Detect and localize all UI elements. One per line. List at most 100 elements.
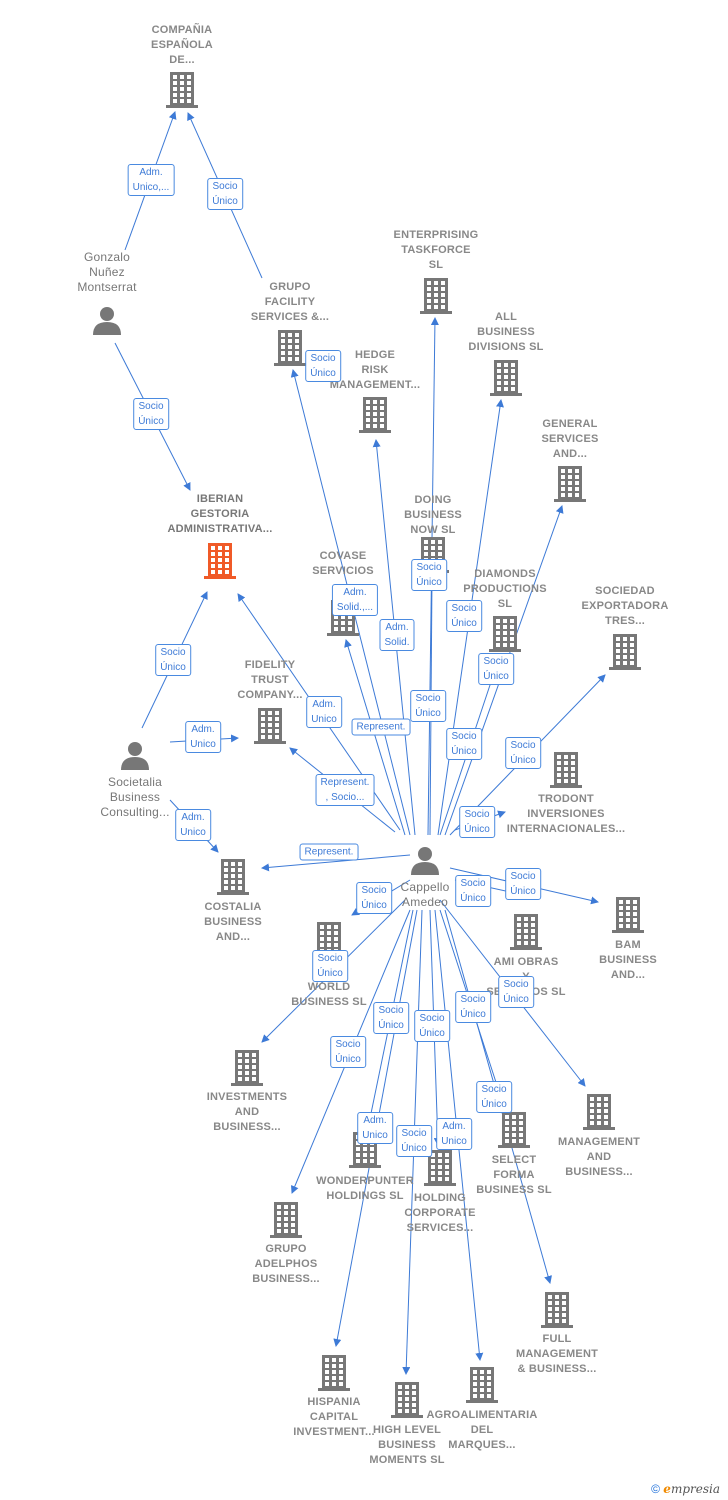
- edge-label[interactable]: Socio Único: [305, 350, 341, 382]
- edge-label[interactable]: Adm. Unico: [175, 809, 211, 841]
- edge-label[interactable]: Represent.: [299, 843, 359, 861]
- edge-label-line: Socio: [460, 878, 486, 889]
- node-label-select[interactable]: SELECT FORMA BUSINESS SL: [449, 1153, 579, 1198]
- edge-label-line: Socio: [510, 871, 536, 882]
- building-icon[interactable]: [498, 1112, 530, 1153]
- label-line: GRUPO: [269, 281, 311, 293]
- building-icon[interactable]: [612, 897, 644, 938]
- building-icon[interactable]: [609, 634, 641, 675]
- building-icon[interactable]: [550, 752, 582, 793]
- copyright-symbol: ©: [651, 1482, 660, 1496]
- edge-label[interactable]: Socio Único: [455, 875, 491, 907]
- edge-label-line: Socio: [335, 1039, 361, 1050]
- node-label-compania[interactable]: COMPAÑIA ESPAÑOLA DE...: [117, 23, 247, 68]
- building-icon[interactable]: [318, 1355, 350, 1396]
- edge-label[interactable]: Represent.: [351, 718, 411, 736]
- edge-label[interactable]: Adm. Unico: [306, 696, 342, 728]
- edge-label[interactable]: Adm. Solid.,...: [331, 584, 379, 616]
- edge-label[interactable]: Socio Único: [446, 600, 482, 632]
- person-icon[interactable]: [120, 740, 150, 775]
- edge-label-line: Represent.: [356, 721, 406, 733]
- building-icon[interactable]: [583, 1094, 615, 1135]
- edge-label[interactable]: Socio Único: [312, 950, 348, 982]
- label-line: Montserrat: [77, 280, 137, 294]
- building-icon[interactable]: [490, 360, 522, 401]
- building-icon[interactable]: [270, 1202, 302, 1243]
- edge-label[interactable]: Socio Único: [446, 728, 482, 760]
- label-line: BAM: [615, 939, 641, 951]
- edge-label[interactable]: Adm. Solid.: [379, 619, 415, 651]
- edge-label-line: Único: [451, 618, 477, 629]
- node-label-iberian[interactable]: IBERIAN GESTORIA ADMINISTRATIVA...: [155, 492, 285, 537]
- person-icon[interactable]: [92, 305, 122, 340]
- node-label-sociedad[interactable]: SOCIEDAD EXPORTADORA TRES...: [560, 584, 690, 629]
- edge-label[interactable]: Represent. , Socio...: [315, 774, 375, 806]
- node-label-costalia[interactable]: COSTALIA BUSINESS AND...: [168, 900, 298, 945]
- building-icon[interactable]: [554, 466, 586, 507]
- node-label-adelphos[interactable]: GRUPO ADELPHOS BUSINESS...: [221, 1242, 351, 1287]
- edge-label[interactable]: Socio Único: [505, 737, 541, 769]
- building-icon[interactable]: [217, 859, 249, 900]
- edge-label-line: Único: [503, 994, 529, 1005]
- edge-label[interactable]: Socio Único: [505, 868, 541, 900]
- edge-label[interactable]: Socio Único: [414, 1010, 450, 1042]
- building-icon[interactable]: [204, 543, 236, 584]
- label-line: GESTORIA: [190, 508, 250, 520]
- edge-label-line: Socio: [310, 353, 336, 364]
- edge-label[interactable]: Socio Único: [411, 559, 447, 591]
- edge-label-line: Socio: [415, 693, 441, 704]
- edge-label[interactable]: Socio Único: [478, 653, 514, 685]
- building-icon[interactable]: [254, 708, 286, 749]
- edge-label[interactable]: Socio Único: [207, 178, 243, 210]
- building-icon[interactable]: [166, 72, 198, 113]
- edge-label[interactable]: Adm. Unico,...: [127, 164, 175, 196]
- label-line: MARQUES...: [448, 1439, 516, 1451]
- node-label-doing[interactable]: DOING BUSINESS NOW SL: [368, 493, 498, 538]
- node-label-full[interactable]: FULL MANAGEMENT & BUSINESS...: [492, 1332, 622, 1377]
- label-line: WONDERPUNTER: [316, 1175, 414, 1187]
- edge-label[interactable]: Adm. Unico: [185, 721, 221, 753]
- building-icon[interactable]: [510, 914, 542, 955]
- person-icon[interactable]: [410, 845, 440, 880]
- node-label-general[interactable]: GENERAL SERVICES AND...: [505, 417, 635, 462]
- label-line: COSTALIA: [204, 901, 262, 913]
- building-icon[interactable]: [359, 397, 391, 438]
- node-label-gonzalo[interactable]: Gonzalo Nuñez Montserrat: [42, 250, 172, 295]
- node-label-agro[interactable]: AGROALIMENTARIA DEL MARQUES...: [417, 1408, 547, 1453]
- edge-label[interactable]: Socio Único: [476, 1081, 512, 1113]
- edge-label[interactable]: Socio Único: [330, 1036, 366, 1068]
- node-label-investments[interactable]: INVESTMENTS AND BUSINESS...: [182, 1090, 312, 1135]
- edge-label-line: Socio: [317, 953, 343, 964]
- edge-label[interactable]: Socio Único: [459, 806, 495, 838]
- edge-label-line: Socio: [160, 647, 186, 658]
- footer-brand[interactable]: © empresia: [651, 1482, 720, 1496]
- building-icon[interactable]: [274, 330, 306, 371]
- node-label-allbusiness[interactable]: ALL BUSINESS DIVISIONS SL: [441, 310, 571, 355]
- edge-label[interactable]: Socio Único: [356, 882, 392, 914]
- label-line: COVASE: [319, 550, 367, 562]
- node-label-enterprising[interactable]: ENTERPRISING TASKFORCE SL: [371, 228, 501, 273]
- label-line: PRODUCTIONS: [463, 583, 547, 595]
- edge-label-line: Adm.: [191, 724, 215, 735]
- edge-label-line: Único: [317, 968, 343, 979]
- label-line: Nuñez: [89, 265, 125, 279]
- building-icon[interactable]: [489, 616, 521, 657]
- building-icon[interactable]: [466, 1367, 498, 1408]
- edge-label[interactable]: Socio Único: [155, 644, 191, 676]
- edge-label[interactable]: Socio Único: [455, 991, 491, 1023]
- label-line: Gonzalo: [83, 250, 131, 264]
- edge-label[interactable]: Socio Único: [396, 1125, 432, 1157]
- edge-label[interactable]: Socio Único: [498, 976, 534, 1008]
- edge-label[interactable]: Adm. Unico: [357, 1112, 393, 1144]
- building-icon[interactable]: [231, 1050, 263, 1091]
- building-icon[interactable]: [541, 1292, 573, 1333]
- edge-label-line: Único: [212, 196, 238, 207]
- edge-label[interactable]: Adm. Unico: [436, 1118, 472, 1150]
- node-label-trodont[interactable]: TRODONT INVERSIONES INTERNACIONALES...: [501, 792, 631, 837]
- edge-label[interactable]: Socio Único: [410, 690, 446, 722]
- edge-label-line: Adm.: [363, 1115, 387, 1126]
- node-label-facility[interactable]: GRUPO FACILITY SERVICES &...: [225, 280, 355, 325]
- label-line: Business: [109, 790, 161, 804]
- edge-label[interactable]: Socio Único: [133, 398, 169, 430]
- edge-label[interactable]: Socio Único: [373, 1002, 409, 1034]
